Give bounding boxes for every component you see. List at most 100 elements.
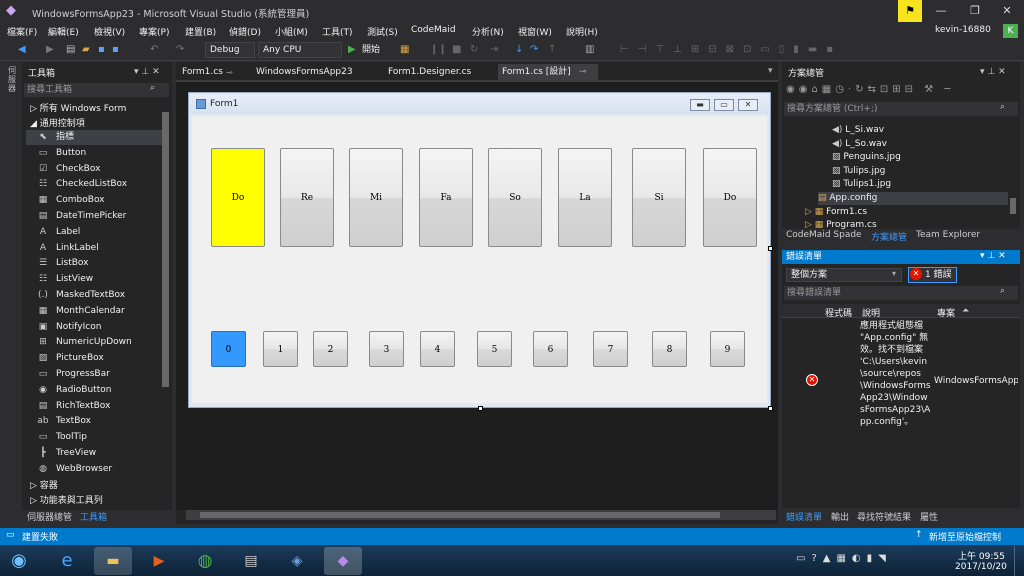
tray-icons[interactable]: ▭?▲▦◐▮◥	[796, 553, 892, 564]
config-select[interactable]: Debug	[205, 42, 255, 58]
open-icon[interactable]: ▰	[82, 42, 90, 58]
key-la[interactable]: La	[558, 148, 612, 247]
pane-pin-icon[interactable]: ▾ ⊥ ✕	[980, 67, 1006, 77]
column-project[interactable]: 專案	[937, 306, 955, 319]
solution-item-tulips1-jpg[interactable]: ▨ Tulips1.jpg	[832, 178, 891, 191]
toolbox-item-listbox[interactable]: ☰ ListBox	[26, 256, 166, 271]
toolbox-item-monthcalendar[interactable]: ▦ MonthCalendar	[26, 304, 166, 319]
key-si[interactable]: Si	[632, 148, 686, 247]
tab-form1-cs[interactable]: Form1.cs	[178, 64, 227, 80]
step-over-icon[interactable]: ↷	[530, 42, 538, 58]
designer-hscroll-thumb[interactable]	[200, 512, 720, 518]
solution-toolbar-icons[interactable]: ◉◉⌂▦◷·↻⇆⊡⊞⊟ ⚒ ─	[786, 84, 954, 95]
toolbox-item-listview[interactable]: ☷ ListView	[26, 272, 166, 287]
start-button[interactable]: 開始	[362, 42, 380, 58]
menu-codemaid[interactable]: CodeMaid	[411, 25, 456, 35]
error-description[interactable]: 應用程式組態檔 "App.config" 無效。找不到檔案 'C:\Users\…	[860, 320, 932, 428]
step-into-icon[interactable]: ↓	[515, 42, 523, 58]
toolbox-search-input[interactable]: 搜尋工具箱	[24, 83, 169, 97]
number-button-9[interactable]: 9	[710, 331, 745, 367]
restore-icon[interactable]: ❐	[964, 2, 986, 20]
search-icon[interactable]: ⌕	[1000, 286, 1005, 296]
toolbox-item-button[interactable]: ▭ Button	[26, 146, 166, 161]
toolbox-item--[interactable]: ⬉ 指標	[26, 130, 166, 145]
column-code[interactable]: 程式碼	[825, 306, 852, 319]
tab-form1-design[interactable]: Form1.cs [設計]⊸ ✕	[498, 64, 598, 93]
attach-icon[interactable]: ▦	[400, 42, 409, 58]
form-minimize-icon[interactable]: ▬	[690, 99, 710, 111]
error-scope-select[interactable]: 整個方案	[786, 268, 902, 282]
back-icon[interactable]: ◀	[18, 42, 26, 58]
key-high-do[interactable]: Do	[703, 148, 757, 247]
minimize-icon[interactable]: —	[930, 2, 952, 20]
solution-item-l-si-wav[interactable]: ◀) L_Si.wav	[832, 124, 884, 137]
form-close-icon[interactable]: ✕	[738, 99, 758, 111]
resize-handle-corner[interactable]	[768, 406, 773, 411]
tab-project[interactable]: WindowsFormsApp23	[252, 64, 357, 80]
error-project[interactable]: WindowsFormsApp23	[934, 376, 1018, 386]
search-icon[interactable]: ⌕	[150, 83, 155, 93]
toolbox-group-all[interactable]: ▷ 所有 Windows Form	[30, 101, 126, 114]
start-orb-icon[interactable]: ◉	[2, 547, 36, 575]
redo-icon[interactable]: ↷	[176, 42, 184, 58]
tab-server-explorer[interactable]: 伺服器總管	[27, 510, 72, 523]
server-explorer-side-tab[interactable]: 伺服器	[8, 66, 16, 93]
toolbox-item-tooltip[interactable]: ▭ ToolTip	[26, 430, 166, 445]
toolbox-group-container[interactable]: ▷ 容器	[30, 478, 58, 491]
solution-scrollbar[interactable]	[1010, 198, 1016, 214]
number-button-2[interactable]: 2	[313, 331, 348, 367]
notification-flag-icon[interactable]: ⚑	[898, 0, 922, 22]
solution-item-form1-cs[interactable]: ▷ ▦ Form1.cs	[805, 206, 867, 219]
error-search-input[interactable]: 搜尋錯誤清單	[784, 286, 1018, 300]
step-out-icon[interactable]: ↑	[548, 42, 556, 58]
toolbox-item-treeview[interactable]: ┣ TreeView	[26, 446, 166, 461]
menu-tools[interactable]: 工具(T)	[322, 25, 353, 38]
toolbox-item-richtextbox[interactable]: ▤ RichTextBox	[26, 399, 166, 414]
toolbox-group-menu[interactable]: ▷ 功能表與工具列	[30, 493, 103, 506]
pause-icon[interactable]: ❙❙	[430, 42, 447, 58]
platform-select[interactable]: Any CPU	[258, 42, 342, 58]
chrome-icon[interactable]: ◍	[186, 547, 224, 575]
number-button-8[interactable]: 8	[652, 331, 687, 367]
toolbox-item-checkbox[interactable]: ☑ CheckBox	[26, 162, 166, 177]
clock-date[interactable]: 2017/10/20	[955, 562, 1007, 572]
save-icon[interactable]: ▪	[98, 42, 105, 58]
notepad-icon[interactable]: ▤	[232, 547, 270, 575]
show-next-statement-icon[interactable]: ⇥	[490, 42, 498, 58]
tab-solution-explorer[interactable]: 方案總管	[871, 230, 907, 243]
toolbox-item-linklabel[interactable]: A LinkLabel	[26, 241, 166, 256]
key-so[interactable]: So	[488, 148, 542, 247]
toolbox-item-combobox[interactable]: ▦ ComboBox	[26, 193, 166, 208]
toolbox-item-checkedlistbox[interactable]: ☷ CheckedListBox	[26, 177, 166, 192]
clock-time[interactable]: 上午 09:55	[958, 549, 1005, 562]
new-project-icon[interactable]: ▤	[66, 42, 75, 58]
pane-pin-icon[interactable]: ▾ ⊥ ✕	[134, 67, 160, 77]
avatar[interactable]: K	[1003, 24, 1018, 38]
menu-build[interactable]: 建置(B)	[185, 25, 216, 38]
number-button-4[interactable]: 4	[420, 331, 455, 367]
menu-project[interactable]: 專案(P)	[139, 25, 169, 38]
solution-item-penguins-jpg[interactable]: ▨ Penguins.jpg	[832, 151, 901, 164]
virtualbox-icon[interactable]: ◈	[278, 547, 316, 575]
solution-item-l-so-wav[interactable]: ◀) L_So.wav	[832, 138, 887, 151]
pin-icon[interactable]: ⊸	[226, 68, 233, 77]
source-control-button[interactable]: 新增至原始檔控制	[929, 530, 1001, 543]
number-button-0[interactable]: 0	[211, 331, 246, 367]
media-player-icon[interactable]: ▶	[140, 547, 178, 575]
stop-icon[interactable]: ■	[452, 42, 461, 58]
solution-item-app-config[interactable]: ▤ App.config	[818, 192, 1008, 205]
number-button-7[interactable]: 7	[593, 331, 628, 367]
file-explorer-icon[interactable]: ▬	[94, 547, 132, 575]
menu-view[interactable]: 檢視(V)	[94, 25, 125, 38]
toolbox-group-common[interactable]: ◢ 通用控制項	[30, 116, 85, 129]
toolbox-item-picturebox[interactable]: ▨ PictureBox	[26, 351, 166, 366]
save-all-icon[interactable]: ▪	[112, 42, 119, 58]
toolbox-item-progressbar[interactable]: ▭ ProgressBar	[26, 367, 166, 382]
menu-window[interactable]: 視窗(W)	[518, 25, 552, 38]
tab-find-symbol-results[interactable]: 尋找符號結果	[857, 510, 911, 523]
tab-error-list[interactable]: 錯誤清單	[786, 510, 822, 523]
tab-codemaid-spade[interactable]: CodeMaid Spade	[786, 230, 862, 240]
forward-icon[interactable]: ▶	[46, 42, 54, 58]
number-button-6[interactable]: 6	[533, 331, 568, 367]
tab-toolbox[interactable]: 工具箱	[80, 510, 107, 523]
